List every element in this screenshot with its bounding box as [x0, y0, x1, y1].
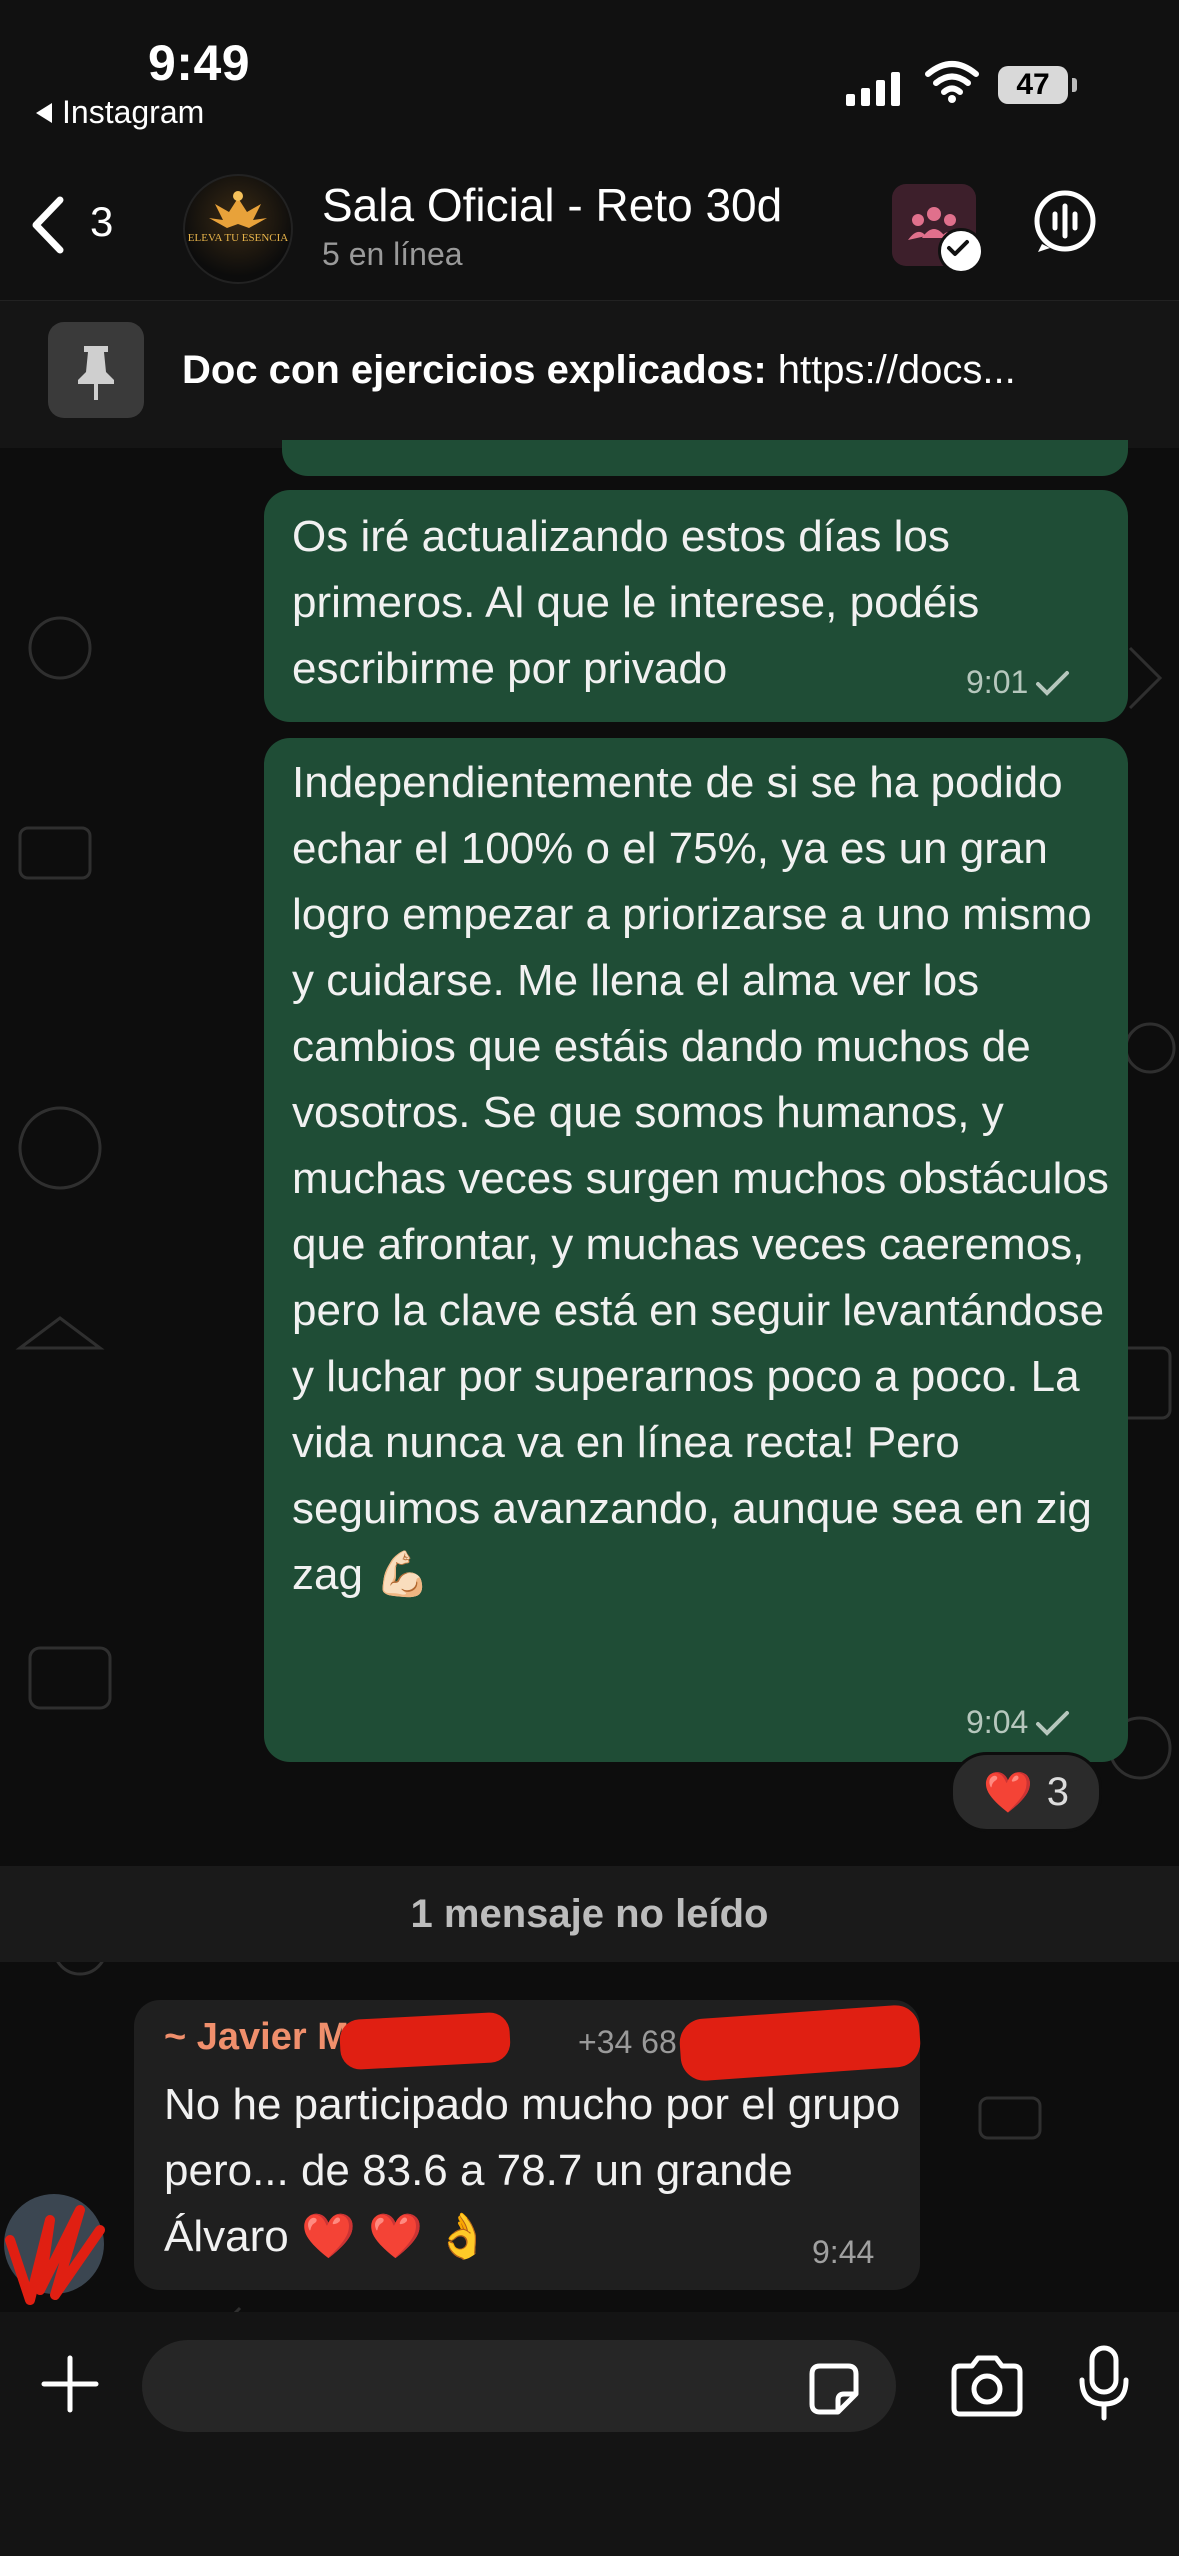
checkmark-icon	[947, 240, 969, 256]
battery-indicator: 47	[998, 66, 1068, 104]
pinned-link[interactable]: https://docs...	[778, 348, 1016, 392]
wifi-icon	[925, 61, 979, 103]
sent-check-icon	[1036, 670, 1070, 696]
status-time: 9:49	[148, 35, 251, 91]
unread-chats-count[interactable]: 3	[90, 198, 113, 246]
message-time: 9:04	[966, 1704, 1029, 1740]
microphone-icon[interactable]	[1078, 2344, 1130, 2424]
group-avatar[interactable]: ELEVA TU ESENCIA	[183, 174, 293, 284]
voice-chat-icon[interactable]	[1030, 186, 1100, 256]
avatar-redaction-scribble	[5, 2205, 105, 2305]
chat-title[interactable]: Sala Oficial - Reto 30d	[322, 178, 782, 232]
message-text: No he participado mucho por el grupo per…	[164, 2080, 901, 2261]
phoenix-logo-icon	[209, 191, 267, 228]
camera-icon[interactable]	[948, 2354, 1026, 2418]
back-triangle-icon	[36, 102, 52, 123]
battery-cap	[1072, 78, 1077, 92]
online-count: 5 en línea	[322, 236, 463, 272]
community-check-badge	[938, 228, 984, 274]
back-app-label: Instagram	[62, 94, 205, 130]
message-time: 9:01	[966, 664, 1029, 700]
cellular-signal-icon	[846, 70, 900, 106]
unread-divider: 1 mensaje no leído	[0, 1866, 1179, 1962]
pinned-label: Doc con ejercicios explicados:	[182, 348, 767, 392]
message-reaction[interactable]: ❤️ 3	[950, 1752, 1102, 1832]
message-input[interactable]	[142, 2340, 896, 2432]
pin-icon	[48, 322, 144, 418]
reaction-count: 3	[1046, 1769, 1070, 1814]
sticker-icon[interactable]	[804, 2360, 864, 2420]
message-time: 9:44	[812, 2234, 875, 2270]
message-text: Independientemente de si se ha podido ec…	[292, 758, 1109, 1599]
plus-icon[interactable]	[38, 2352, 102, 2416]
message-meta: 9:01	[966, 664, 1072, 701]
back-to-app-link[interactable]: Instagram	[36, 94, 204, 131]
pinned-message-text[interactable]: Doc con ejercicios explicados: https://d…	[182, 348, 1122, 393]
avatar-logo-text: ELEVA TU ESENCIA	[187, 232, 289, 244]
heart-reaction-icon: ❤️	[982, 1770, 1033, 1815]
redaction-mark	[338, 2011, 512, 2071]
message-meta: 9:04	[966, 1704, 1072, 1741]
back-chevron-icon[interactable]	[22, 190, 82, 260]
sender-phone: +34 68	[578, 2024, 677, 2060]
sent-check-icon	[1036, 1710, 1070, 1736]
sender-name[interactable]: ~ Javier M	[164, 2016, 349, 2059]
message-bubble-partial	[282, 440, 1128, 476]
